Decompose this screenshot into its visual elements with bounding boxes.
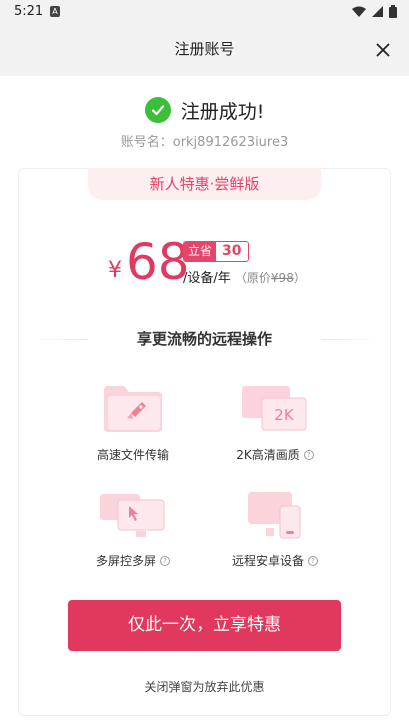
feature-label: 高速文件传输 bbox=[96, 448, 169, 462]
currency-symbol: ¥ bbox=[108, 258, 122, 283]
notification-icon: A bbox=[50, 6, 60, 17]
signal-icon bbox=[372, 6, 383, 17]
2k-text: 2K bbox=[274, 406, 295, 424]
feature-label: 2K高清画质 bbox=[236, 448, 300, 462]
help-icon[interactable]: ? bbox=[303, 449, 314, 460]
savings-badge: 立省 30 bbox=[183, 241, 249, 262]
success-text: 注册成功! bbox=[180, 100, 265, 123]
help-icon[interactable]: ? bbox=[308, 555, 318, 566]
page-title: 注册账号 bbox=[174, 40, 235, 58]
original-price: （原价¥98） bbox=[234, 271, 306, 285]
divider-right bbox=[321, 339, 379, 340]
feature-2k: 2K 2K高清画质? bbox=[200, 384, 350, 463]
feature-file-transfer: 高速文件传输 bbox=[58, 384, 208, 463]
status-icons bbox=[352, 5, 397, 18]
price-value: 68 bbox=[126, 233, 190, 291]
android-device-icon bbox=[248, 492, 301, 539]
header-bar: 注册账号 bbox=[0, 24, 409, 76]
help-icon[interactable]: ? bbox=[160, 555, 170, 566]
wifi-icon bbox=[352, 6, 366, 17]
savings-label: 立省 bbox=[184, 242, 217, 261]
feature-label: 远程安卓设备 bbox=[231, 554, 304, 568]
dismiss-hint: 关闭弹窗为放弃此优惠 bbox=[144, 680, 265, 694]
account-name: 账号名：orkj8912623iure3 bbox=[120, 135, 289, 150]
status-time: 5:21 bbox=[14, 4, 44, 19]
multi-screen-icon bbox=[100, 494, 165, 537]
check-icon bbox=[144, 97, 171, 123]
price-unit: /设备/年 （原价¥98） bbox=[183, 267, 306, 286]
feature-multi-screen: 多屏控多屏? bbox=[58, 490, 208, 569]
feature-label: 多屏控多屏 bbox=[95, 554, 156, 568]
savings-value: 30 bbox=[222, 243, 242, 259]
success-message: 注册成功! bbox=[0, 96, 409, 124]
close-icon[interactable] bbox=[371, 38, 395, 62]
offer-tab: 新人特惠·尝鲜版 bbox=[88, 168, 321, 200]
status-bar: 5:21 A bbox=[0, 0, 409, 24]
2k-monitor-icon: 2K bbox=[242, 386, 307, 431]
feature-android: 远程安卓设备? bbox=[200, 490, 350, 569]
rocket-folder-icon bbox=[104, 386, 162, 432]
unit-text: /设备/年 bbox=[183, 271, 231, 286]
claim-offer-button[interactable]: 仅此一次，立享特惠 bbox=[68, 600, 341, 651]
battery-icon bbox=[389, 5, 397, 18]
